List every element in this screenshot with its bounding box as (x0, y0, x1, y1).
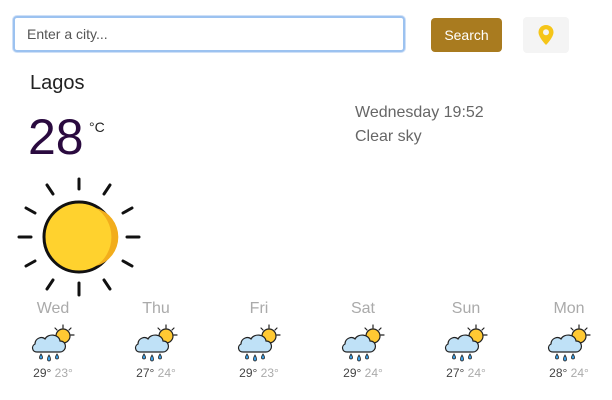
forecast-day-name: Mon (553, 300, 585, 317)
forecast-day-name: Sat (350, 300, 375, 317)
forecast-temps: 28° 24° (539, 365, 599, 381)
forecast-day: Fri 29° 23° (229, 298, 289, 381)
forecast-day-name: Sun (451, 300, 481, 317)
forecast-day-name: Wed (36, 300, 70, 317)
forecast-high: 29° (33, 366, 52, 380)
rain-cloud-sun-icon (31, 324, 75, 362)
forecast-day: Wed 29° 23° (23, 298, 83, 381)
forecast-low: 23° (54, 366, 73, 380)
forecast-day-name: Thu (142, 300, 170, 317)
date-time: Wednesday 19:52 (355, 104, 484, 121)
forecast-low: 24° (467, 366, 486, 380)
forecast-day-name: Fri (249, 300, 269, 317)
weather-condition: Clear sky (355, 128, 422, 145)
sun-icon (17, 177, 141, 297)
forecast-day: Sun 27° 24° (436, 298, 496, 381)
forecast-temps: 27° 24° (126, 365, 186, 381)
forecast-high: 27° (136, 366, 155, 380)
forecast-day: Thu 27° 24° (126, 298, 186, 381)
city-name: Lagos (30, 72, 85, 94)
forecast-low: 24° (570, 366, 589, 380)
forecast-high: 27° (446, 366, 465, 380)
current-location-button[interactable] (523, 17, 569, 53)
rain-cloud-sun-icon (547, 324, 591, 362)
search-button[interactable]: Search (431, 18, 502, 52)
forecast-high: 28° (549, 366, 568, 380)
forecast-low: 24° (364, 366, 383, 380)
location-pin-icon (538, 25, 554, 45)
forecast-high: 29° (239, 366, 258, 380)
forecast-low: 23° (260, 366, 279, 380)
rain-cloud-sun-icon (134, 324, 178, 362)
city-search-input[interactable] (13, 16, 405, 52)
rain-cloud-sun-icon (341, 324, 385, 362)
rain-cloud-sun-icon (237, 324, 281, 362)
forecast-day: Mon 28° 24° (539, 298, 599, 381)
forecast-row: Wed 29° 23° Thu 27° 24° Fri 29° 23° Sat … (0, 298, 612, 398)
weather-app: Search Lagos 28 °C Wednesday 19:52 Clear… (0, 0, 612, 400)
current-temperature: 28 (28, 109, 84, 165)
forecast-temps: 29° 23° (23, 365, 83, 381)
rain-cloud-sun-icon (444, 324, 488, 362)
temperature-unit: °C (89, 119, 105, 135)
forecast-high: 29° (343, 366, 362, 380)
forecast-day: Sat 29° 24° (333, 298, 393, 381)
forecast-temps: 29° 23° (229, 365, 289, 381)
forecast-temps: 29° 24° (333, 365, 393, 381)
forecast-low: 24° (157, 366, 176, 380)
forecast-temps: 27° 24° (436, 365, 496, 381)
